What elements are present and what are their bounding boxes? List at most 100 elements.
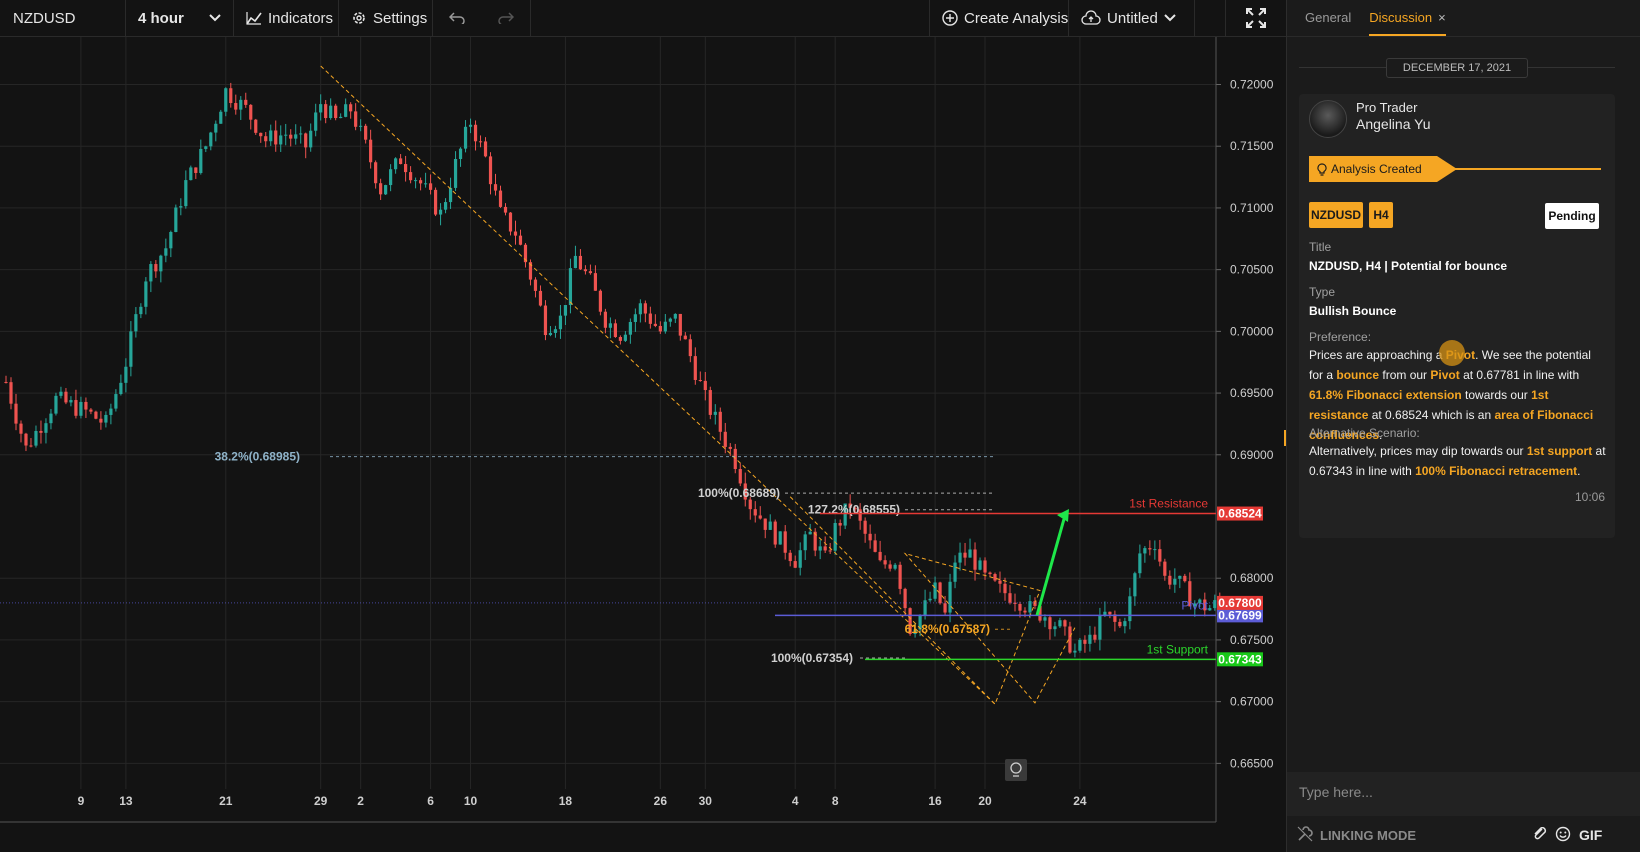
candle-body — [513, 231, 518, 236]
close-icon[interactable]: × — [1438, 10, 1446, 25]
layout-label: Untitled — [1107, 9, 1158, 27]
candle-body — [1178, 575, 1182, 579]
fullscreen-button[interactable] — [1226, 0, 1286, 37]
fibonacci-label: 100%(0.68689) — [698, 486, 780, 500]
candle-body — [973, 549, 977, 570]
type-value: Bullish Bounce — [1309, 304, 1397, 318]
candle-body — [64, 391, 68, 403]
candle-body — [598, 290, 603, 312]
x-tick-label: 10 — [464, 794, 478, 808]
type-label: Type — [1309, 285, 1336, 299]
candle-body — [658, 325, 662, 332]
candle-body — [1083, 639, 1087, 644]
candle-body — [568, 268, 573, 306]
candle-body — [503, 206, 508, 213]
x-tick-label: 20 — [978, 794, 992, 808]
pending-button[interactable]: Pending — [1545, 203, 1599, 229]
candle-body — [668, 318, 672, 322]
candle-body — [109, 408, 113, 415]
candle-body — [778, 531, 782, 545]
x-tick-label: 21 — [219, 794, 233, 808]
attachment-icon[interactable] — [1533, 827, 1547, 841]
fibonacci-label: 38.2%(0.68985) — [215, 450, 300, 464]
candle-body — [683, 335, 687, 340]
y-tick-label: 0.67000 — [1230, 695, 1274, 709]
candle-body — [114, 394, 118, 409]
symbol-selector[interactable]: NZDUSD — [0, 0, 126, 37]
candle-body — [174, 207, 178, 232]
candle-body — [648, 313, 652, 324]
candle-body — [423, 183, 428, 185]
projection-arrow — [1035, 518, 1066, 616]
candle-body — [723, 431, 727, 447]
candle-body — [773, 521, 777, 545]
avatar — [1309, 100, 1347, 138]
candle-body — [104, 414, 108, 423]
settings-button[interactable]: Settings — [339, 0, 433, 37]
message-composer[interactable]: Type here... — [1287, 772, 1640, 816]
x-tick-label: 18 — [559, 794, 573, 808]
linking-mode-label[interactable]: LINKING MODE — [1320, 828, 1416, 843]
candle-body — [369, 139, 373, 163]
candle-body — [379, 183, 383, 195]
preference-part-4: at 0.67781 in line with — [1459, 368, 1580, 382]
candle-body — [1168, 575, 1172, 585]
redo-button[interactable] — [481, 0, 531, 37]
candle-body — [1003, 583, 1007, 594]
candle-body — [543, 305, 548, 336]
chart-toolbar: NZDUSD 4 hour Indicators Settings Create… — [0, 0, 1286, 37]
candle-body — [179, 206, 183, 208]
candle-body — [498, 190, 503, 207]
tab-discussion[interactable]: Discussion × — [1369, 10, 1446, 36]
y-tick-label: 0.70500 — [1230, 263, 1274, 277]
candle-body — [888, 564, 892, 569]
settings-label: Settings — [373, 9, 428, 27]
gif-button[interactable]: GIF — [1579, 827, 1602, 843]
candle-body — [134, 314, 138, 332]
candle-body — [558, 315, 563, 330]
candle-body — [878, 551, 882, 561]
layout-selector[interactable]: Untitled — [1069, 0, 1195, 37]
candle-body — [628, 321, 632, 335]
candle-body — [438, 209, 443, 215]
candle-body — [294, 134, 298, 139]
create-analysis-button[interactable]: Create Analysis — [930, 0, 1069, 37]
candle-body — [673, 313, 677, 319]
candle-body — [394, 158, 398, 170]
discussion-panel: General Discussion × DECEMBER 17, 2021 P… — [1287, 0, 1640, 852]
candle-body — [384, 185, 388, 195]
timeframe-selector[interactable]: 4 hour — [126, 0, 234, 37]
fibonacci-extension-highlight: 61.8% Fibonacci extension — [1309, 388, 1462, 402]
candle-body — [943, 603, 947, 613]
candle-body — [79, 401, 83, 416]
chart-canvas[interactable]: 0.72000 0.71500 0.71000 0.70500 0.70000 0.695… — [0, 37, 1286, 852]
indicators-button[interactable]: Indicators — [234, 0, 339, 37]
create-analysis-label: Create Analysis — [964, 9, 1069, 27]
emoji-icon[interactable] — [1555, 826, 1571, 842]
price-chart[interactable]: 0.72000 0.71500 0.71000 0.70500 0.70000 0.695… — [0, 37, 1286, 852]
candle-body — [94, 411, 98, 419]
linking-mode-icon[interactable] — [1297, 826, 1313, 842]
level-name: 1st Resistance — [1129, 497, 1208, 511]
x-tick-label: 13 — [119, 794, 133, 808]
candle-body — [214, 123, 218, 133]
candle-body — [588, 271, 593, 274]
undo-button[interactable] — [433, 0, 481, 37]
candle-body — [234, 103, 238, 110]
candle-body — [154, 264, 158, 272]
tab-general[interactable]: General — [1305, 10, 1351, 36]
message-input[interactable]: Type here... — [1299, 784, 1373, 800]
candle-body — [748, 499, 752, 510]
candle-body — [1143, 548, 1147, 554]
candle-body — [1058, 620, 1062, 627]
fibonacci-label: 61.8%(0.67587) — [905, 622, 990, 636]
candle-body — [344, 104, 348, 117]
candle-body — [309, 130, 313, 148]
candle-body — [983, 560, 987, 573]
candle-body — [593, 273, 598, 291]
candle-body — [74, 400, 78, 416]
candle-body — [488, 156, 493, 185]
alternative-label: Alternative Scenario: — [1309, 426, 1420, 440]
preference-part-3: from our — [1379, 368, 1431, 382]
symbol-label: NZDUSD — [13, 9, 76, 27]
